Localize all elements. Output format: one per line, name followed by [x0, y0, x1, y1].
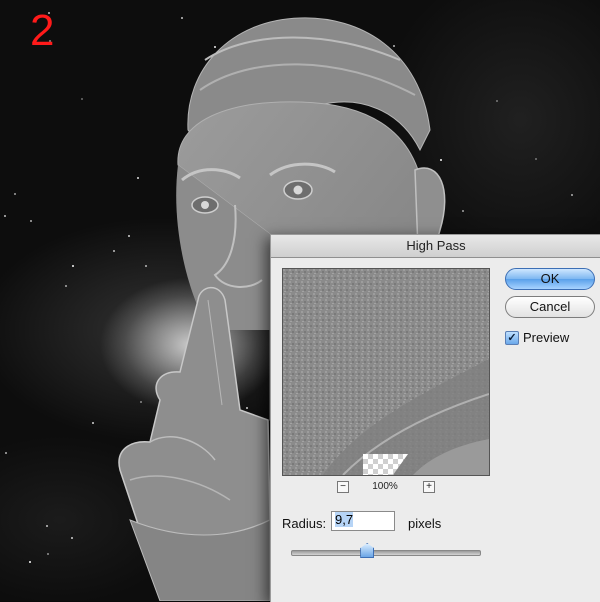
preview-label: Preview [523, 330, 570, 345]
zoom-controls: − 100% + [337, 481, 437, 495]
radius-units-label: pixels [408, 516, 442, 531]
radius-value: 9,7 [335, 512, 354, 527]
high-pass-dialog: High Pass − 100% + OK Cancel ✓ Preview R… [270, 234, 600, 602]
zoom-out-button[interactable]: − [337, 481, 349, 493]
radius-input[interactable]: 9,7 [331, 511, 395, 531]
dialog-title[interactable]: High Pass [271, 235, 600, 258]
radius-slider-thumb[interactable] [360, 543, 375, 558]
zoom-in-button[interactable]: + [423, 481, 435, 493]
filter-preview-image[interactable] [282, 268, 490, 476]
cancel-button[interactable]: Cancel [505, 296, 595, 318]
radius-label: Radius: [282, 516, 327, 531]
checkmark-icon[interactable]: ✓ [505, 331, 519, 345]
radius-slider-track[interactable] [291, 550, 481, 556]
zoom-level: 100% [372, 481, 398, 492]
preview-texture [283, 269, 489, 475]
step-number: 2 [30, 6, 55, 55]
ok-button[interactable]: OK [505, 268, 595, 290]
